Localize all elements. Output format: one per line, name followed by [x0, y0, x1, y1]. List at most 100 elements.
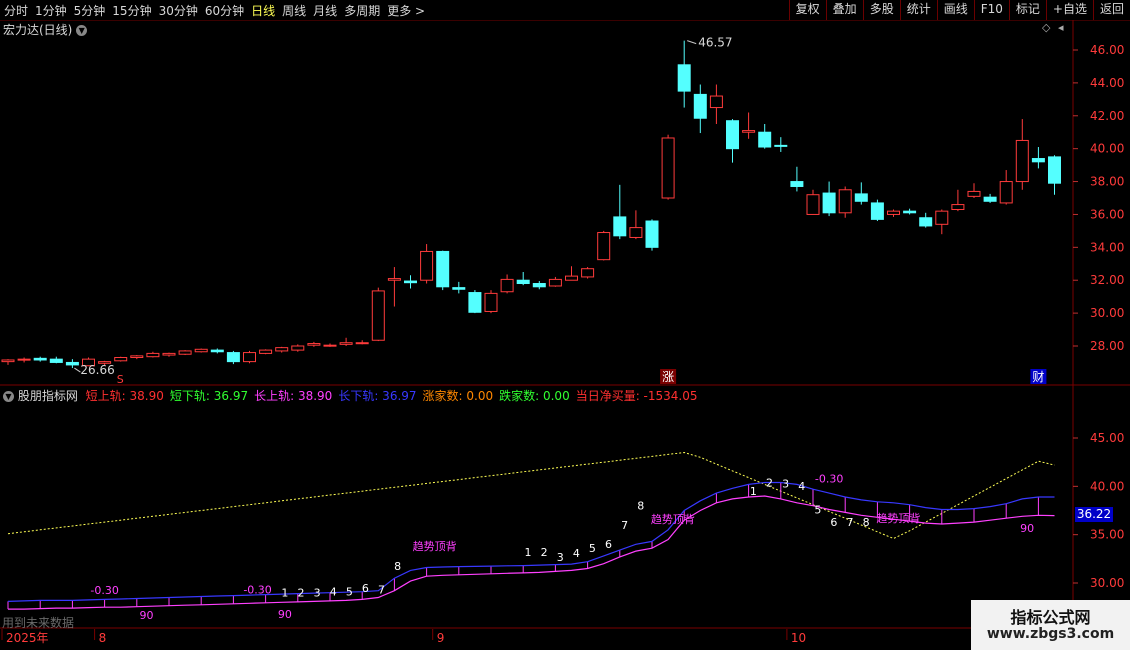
candle-body [1015, 139, 1029, 183]
indicator-annotation: 8 [394, 560, 401, 573]
candle-body [226, 352, 240, 363]
candle-body [854, 193, 868, 202]
candle-body [516, 279, 530, 285]
candle-body [1031, 158, 1045, 163]
indicator-annotation: 4 [798, 480, 805, 493]
candle-body [339, 342, 353, 345]
candle-body [726, 120, 739, 150]
candle-body [371, 290, 385, 341]
indicator-annotation: 1 [750, 485, 757, 498]
candle-body [452, 287, 466, 290]
candle-body [790, 181, 804, 187]
price-axis-label: 44.00 [1090, 76, 1124, 90]
candle-body [548, 278, 562, 287]
watermark-url: www.zbgs3.com [986, 626, 1115, 642]
low-price-label: 26.66 [80, 363, 114, 377]
candle-body [887, 210, 900, 215]
chart-canvas[interactable]: 46.00 44.00 42.00 40.00 38.00 36.00 34.00 32.00… [0, 0, 1130, 650]
candle-body [178, 350, 192, 355]
indicator-axis-label: 45.00 [1090, 431, 1124, 445]
candle-body [935, 210, 949, 225]
candle-body [822, 192, 836, 214]
candle-body [468, 292, 482, 313]
candle-body [742, 130, 756, 133]
candle-body [565, 275, 578, 281]
candle-body [484, 292, 498, 312]
diamond-icon[interactable]: ◇ [1042, 21, 1050, 34]
candle-body [967, 190, 981, 197]
high-price-label: 46.57 [698, 36, 732, 50]
candle-body [613, 216, 627, 237]
candle-body [114, 357, 128, 362]
indicator-annotation: 4 [330, 586, 337, 599]
indicator-field-2: 长上轨: 38.90 [254, 389, 333, 403]
main-chart-title[interactable]: 宏力达(日线) ▼ [3, 21, 88, 38]
high-pointer [687, 40, 697, 45]
candle-body [33, 357, 47, 361]
date-label: 9 [437, 631, 445, 645]
indicator-annotation: 7 [847, 516, 854, 529]
price-axis-label: 30.00 [1090, 306, 1124, 320]
indicator-annotation: 7 [378, 584, 385, 597]
candle-body [404, 280, 417, 284]
candle-body [758, 131, 772, 148]
candle-body [983, 196, 997, 202]
dashed-trend-line [7, 451, 1055, 540]
indicator-annotation: 6 [830, 516, 837, 529]
candle-body [1048, 156, 1061, 184]
candle-body [597, 232, 611, 261]
dropdown-arrow-icon[interactable]: ▼ [76, 25, 88, 36]
candle-body [999, 181, 1013, 204]
indicator-annotation: -0.30 [90, 584, 118, 597]
indicator-annotation: 趋势顶背 [413, 539, 457, 553]
candle-body [919, 217, 933, 227]
candle-body [307, 343, 321, 346]
indicator-field-5: 跌家数: 0.00 [499, 389, 570, 403]
price-axis-label: 42.00 [1090, 109, 1124, 123]
candle-body [130, 355, 144, 359]
candle-body [162, 352, 176, 356]
indicator-name[interactable]: 股朋指标网 [18, 389, 78, 403]
indicator-annotation: 90 [278, 608, 292, 621]
watermark: 指标公式网 www.zbgs3.com [971, 600, 1130, 650]
indicator-annotation: 5 [589, 542, 596, 555]
price-axis-label: 32.00 [1090, 273, 1124, 287]
indicator-annotation: -0.30 [815, 472, 843, 485]
indicator-header: ▼ 股朋指标网 短上轨: 38.90 短下轨: 36.97 长上轨: 38.90 长下… [3, 387, 704, 404]
indicator-arrow-icon[interactable]: ▼ [3, 391, 14, 402]
indicator-annotation: 7 [621, 519, 628, 532]
candle-body [243, 352, 256, 363]
indicator-annotation: 1 [281, 587, 288, 600]
candle-body [355, 342, 369, 345]
future-data-note: 用到未来数据 [2, 616, 75, 630]
candle-body [500, 278, 514, 293]
candle-body [49, 358, 63, 363]
indicator-annotation: 3 [314, 587, 321, 600]
candle-body [210, 349, 224, 353]
candle-body [693, 93, 707, 119]
indicator-annotation: 趋势顶背 [651, 512, 695, 526]
cai-marker: 财 [1032, 370, 1044, 384]
indicator-annotation: 1 [525, 546, 532, 559]
candle-body [387, 278, 401, 281]
indicator-axis-label: 40.00 [1090, 479, 1124, 493]
current-value-badge: 36.22 [1075, 507, 1113, 522]
collapse-arrow-icon[interactable]: ◂ [1058, 21, 1064, 34]
indicator-annotation: 5 [346, 586, 353, 599]
indicator-axis-label: 35.00 [1090, 528, 1124, 542]
candle-body [645, 220, 659, 248]
indicator-annotation: 8 [637, 500, 644, 513]
price-axis-label: 36.00 [1090, 207, 1124, 221]
indicator-field-6: 当日净买量: -1534.05 [575, 389, 698, 403]
s-marker: S [117, 373, 124, 386]
candle-body [17, 358, 31, 361]
indicator-annotation: 6 [362, 582, 369, 595]
candle-body [677, 64, 691, 92]
indicator-annotation: 3 [782, 477, 789, 490]
indicator-annotation: 2 [766, 476, 773, 489]
candle-body [194, 348, 208, 353]
price-axis-label: 28.00 [1090, 339, 1124, 353]
indicator-annotation: -0.30 [243, 584, 271, 597]
indicator-axis-label: 30.00 [1090, 576, 1124, 590]
indicator-annotation: 6 [605, 538, 612, 551]
